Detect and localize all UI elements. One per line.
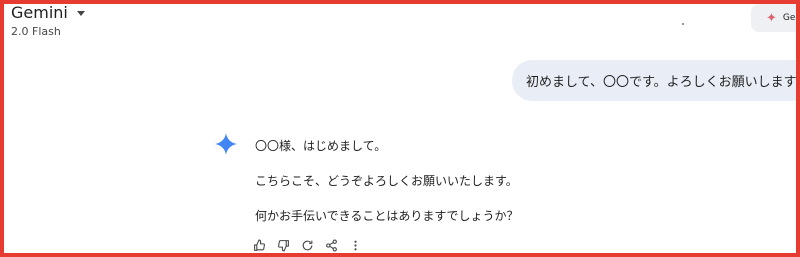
response-actions: [252, 238, 362, 252]
app-name: Gemini: [11, 3, 68, 22]
response-paragraph: こちらこそ、どうぞよろしくお願いいたします。: [255, 174, 518, 188]
gemini-spark-icon: [215, 133, 237, 155]
corner-button-label: Ge: [782, 13, 796, 23]
gemini-corner-button[interactable]: ✦ Ge: [751, 4, 800, 32]
gemini-spark-icon: ✦: [766, 10, 777, 26]
response-paragraph: 何かお手伝いできることはありますでしょうか？: [255, 209, 519, 223]
model-response: 〇〇様、はじめまして。 こちらこそ、どうぞよろしくお願いいたします。 何かお手伝…: [255, 137, 519, 225]
share-icon[interactable]: [324, 238, 338, 252]
user-message-bubble: 初めまして、〇〇です。よろしくお願いします: [512, 60, 800, 101]
more-vert-icon[interactable]: [348, 238, 362, 252]
chevron-down-icon: [76, 11, 85, 16]
model-switcher[interactable]: Gemini 2.0 Flash: [11, 3, 85, 38]
redo-icon[interactable]: [300, 238, 314, 252]
model-version: 2.0 Flash: [11, 25, 61, 38]
thumbs-up-icon[interactable]: [252, 238, 266, 252]
thumbs-down-icon[interactable]: [276, 238, 290, 252]
response-paragraph: 〇〇様、はじめまして。: [255, 139, 387, 153]
stray-dot: [682, 23, 684, 25]
user-message-text: 初めまして、〇〇です。よろしくお願いします: [526, 75, 797, 90]
